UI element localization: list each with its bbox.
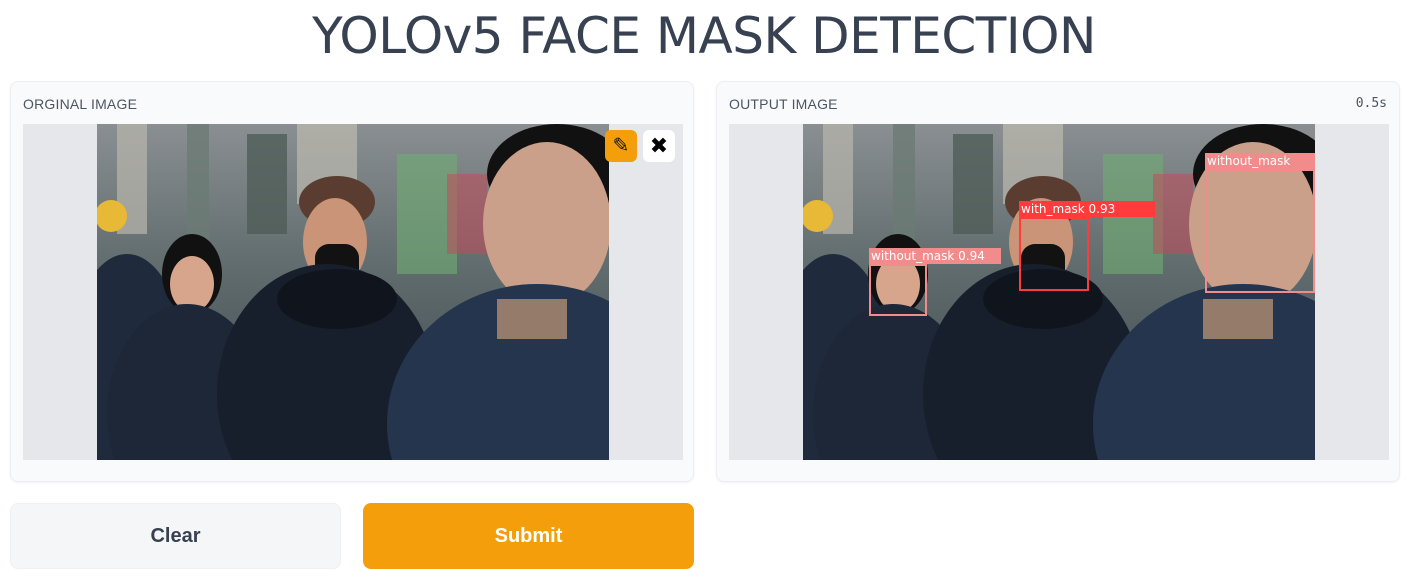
close-icon[interactable]: ✖ [643,130,675,162]
detection-label: without_mask [1205,153,1315,169]
street-crowd-photo [97,124,609,460]
clear-button[interactable]: Clear [10,503,341,569]
processing-time: 0.5s [1355,96,1387,111]
detection-box [869,264,927,316]
input-image-panel: ORGINAL IMAGE ✎ ✖ [10,81,694,482]
output-photo: without_mask 0.94 with_mask 0.93 without… [803,124,1315,460]
detection-label: with_mask 0.93 [1019,201,1155,217]
submit-button[interactable]: Submit [363,503,694,569]
output-image-area: without_mask 0.94 with_mask 0.93 without… [729,124,1389,460]
page-title: YOLOv5 FACE MASK DETECTION [312,7,1096,65]
input-photo [97,124,609,460]
output-image-label: OUTPUT IMAGE [729,96,838,112]
input-image-dropzone[interactable]: ✎ ✖ [23,124,683,460]
detection-label: without_mask 0.94 [869,248,1001,264]
input-image-label: ORGINAL IMAGE [23,96,138,112]
detection-box [1019,217,1089,291]
pencil-icon[interactable]: ✎ [605,130,637,162]
output-image-panel: OUTPUT IMAGE 0.5s without_mask 0.94 with… [716,81,1400,482]
detection-box [1205,169,1315,293]
